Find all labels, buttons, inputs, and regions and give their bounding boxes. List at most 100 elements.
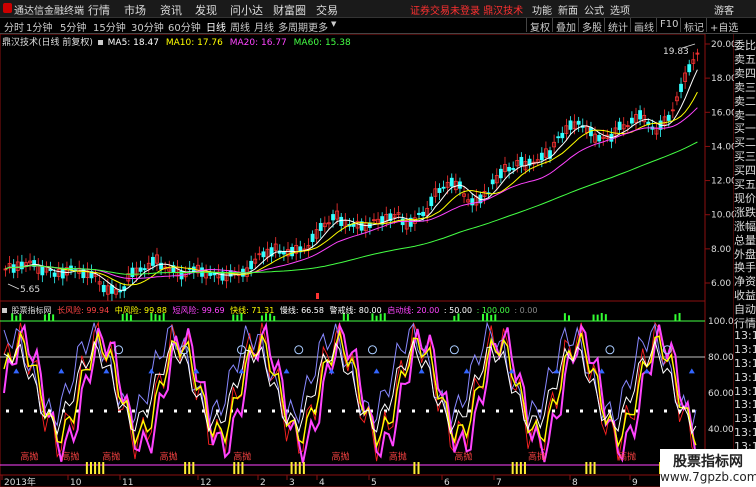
period-5min[interactable]: 5分钟 (60, 19, 86, 34)
ma20-label: MA20: 16.77 (229, 38, 287, 48)
dot-50 (664, 409, 667, 413)
period-monthly[interactable]: 月线 (254, 19, 274, 34)
chart-title: 鼎汉技术(日线 前复权) (2, 38, 93, 48)
login-notice[interactable]: 证券交易未登录 鼎汉技术 (410, 2, 523, 17)
candle-body (511, 168, 516, 170)
signal-bar (102, 462, 105, 474)
menu-item-quotes[interactable]: 行情 (88, 2, 110, 18)
menu-item-discover[interactable]: 发现 (195, 2, 217, 18)
signal-bar (589, 462, 592, 474)
candle-body (441, 186, 446, 189)
tool-draw[interactable]: 画线 (634, 19, 654, 34)
dot-50 (216, 409, 219, 413)
dot-50 (356, 409, 359, 413)
menu-item-wealth[interactable]: 财富圈 (273, 2, 306, 18)
candle-body (666, 114, 671, 121)
ma5-line (5, 69, 698, 291)
candle-body (249, 260, 254, 270)
candle-body (19, 261, 24, 270)
period-daily[interactable]: 日线 (206, 19, 226, 34)
y-tick-label: 6.00 (711, 279, 731, 289)
period-15min[interactable]: 15分钟 (93, 19, 126, 34)
ma10-line (5, 91, 698, 286)
candle-body (142, 268, 147, 271)
signal-triangle (283, 368, 290, 374)
candle-body (101, 284, 106, 293)
menu-item-news[interactable]: 资讯 (160, 2, 182, 18)
signal-bar (290, 462, 293, 474)
low-price-pointer (7, 283, 20, 290)
candle-body (437, 188, 442, 193)
period-60min[interactable]: 60分钟 (168, 19, 201, 34)
signal-bar (515, 462, 518, 474)
chart-canvas[interactable]: 20.00 18.00 16.00 14.00 12.00 10.00 8.00 6.00 19… (0, 34, 734, 487)
tool-stats[interactable]: 统计 (608, 19, 628, 34)
indicator-slow-line: 慢线: 66.58 (279, 306, 324, 315)
candle-body (138, 267, 143, 272)
mid-risk-line (3, 321, 697, 429)
candle-body (339, 216, 344, 227)
menu-item-options[interactable]: 选项 (610, 2, 630, 17)
indicator-start-line: 启动线: 20.00 (387, 306, 440, 315)
menu-item-formula[interactable]: 公式 (584, 2, 604, 17)
signal-triangle (643, 368, 650, 374)
candle-body (310, 233, 315, 242)
dot-50 (244, 409, 247, 413)
signal-label: 高抛 (389, 451, 407, 463)
menu-item-ask[interactable]: 问小达 (230, 2, 263, 18)
signal-bar (237, 462, 240, 474)
tool-add-watchlist[interactable]: +自选 (710, 19, 738, 34)
menu-item-trade[interactable]: 交易 (316, 2, 338, 18)
signal-bar (585, 462, 588, 474)
period-multi[interactable]: 多周期 (278, 19, 308, 34)
period-more[interactable]: 更多 (308, 19, 328, 34)
quote-panel-row: 13:1 (734, 370, 756, 384)
tool-f10[interactable]: F10 (660, 19, 678, 30)
signal-bar (302, 462, 305, 474)
dot-50 (510, 409, 513, 413)
watermark: 股票指标网 www.7gpzb.com (660, 449, 756, 487)
y-tick-label: 8.00 (711, 245, 731, 255)
tool-overlay[interactable]: 叠加 (556, 19, 576, 34)
menu-item-market[interactable]: 市场 (124, 2, 146, 18)
long-risk-line (3, 321, 697, 462)
dot-50 (468, 409, 471, 413)
menu-item-function[interactable]: 功能 (532, 2, 552, 17)
chevron-down-icon[interactable]: ▼ (331, 20, 336, 28)
dot-50 (34, 409, 37, 413)
period-1min[interactable]: 1分钟 (26, 19, 52, 34)
period-weekly[interactable]: 周线 (230, 19, 250, 34)
dot-50 (496, 409, 499, 413)
candle-body (679, 83, 683, 92)
signal-triangle (418, 368, 425, 374)
tool-adjust[interactable]: 复权 (530, 19, 550, 34)
menu-item-newpage[interactable]: 新面 (558, 2, 578, 17)
dot-50 (426, 409, 429, 413)
period-30min[interactable]: 30分钟 (131, 19, 164, 34)
tool-mark[interactable]: 标记 (684, 19, 704, 34)
dot-50 (342, 409, 345, 413)
signal-triangle (373, 368, 380, 374)
candle-body (617, 121, 622, 130)
candle-body (52, 272, 57, 277)
indicator-name[interactable]: 股票指标网 (12, 306, 52, 315)
candle-body (576, 120, 581, 125)
signal-bar (192, 462, 195, 474)
dot-50 (188, 409, 191, 413)
main-chart-header: 鼎汉技术(日线 前复权) MA5: 18.47 MA10: 17.76 MA20… (2, 35, 351, 48)
square-icon (2, 308, 7, 313)
signal-triangle (553, 368, 560, 374)
dot-50 (580, 409, 583, 413)
candle-body (630, 117, 634, 124)
x-tick-label: 6 (444, 478, 450, 487)
chart-frame (0, 34, 706, 487)
signal-bar (94, 462, 97, 474)
indicator-y-tick-label: 60.00 (708, 389, 734, 399)
candle-body (118, 290, 123, 293)
tool-multistock[interactable]: 多股 (582, 19, 602, 34)
toolbar-divider (706, 18, 707, 32)
guest-label[interactable]: 游客 (714, 2, 734, 17)
period-tick[interactable]: 分时 (4, 19, 24, 34)
quote-panel-row: 13:1 (734, 384, 756, 398)
signal-bar (184, 462, 187, 474)
